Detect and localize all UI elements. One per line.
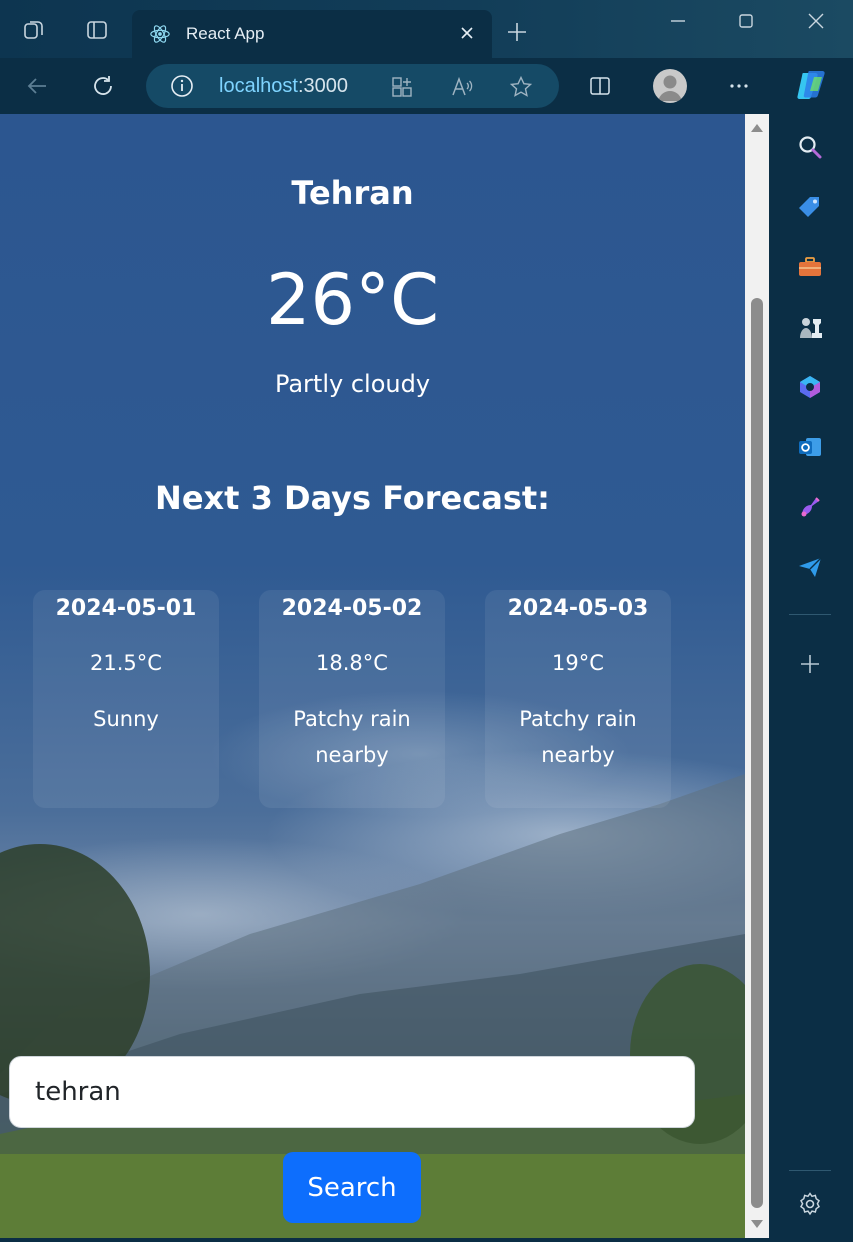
search-icon[interactable] xyxy=(795,132,825,162)
forecast-condition: Patchy rain nearby xyxy=(519,707,637,767)
current-condition: Partly cloudy xyxy=(274,370,431,398)
sidebar-divider xyxy=(789,1170,831,1171)
more-icon[interactable] xyxy=(723,70,755,102)
microsoft365-icon[interactable] xyxy=(795,372,825,402)
tools-icon[interactable] xyxy=(795,252,825,282)
forecast-heading: Next 3 Days Forecast: xyxy=(155,479,550,517)
outlook-icon[interactable] xyxy=(795,432,825,462)
add-icon[interactable] xyxy=(795,649,825,679)
react-atom-icon xyxy=(148,22,172,46)
favorite-star-icon[interactable] xyxy=(508,74,534,100)
url-text[interactable]: localhost:3000 xyxy=(219,75,348,98)
send-icon[interactable] xyxy=(795,552,825,582)
sidebar-divider xyxy=(789,614,831,615)
city-name: Tehran xyxy=(291,174,414,212)
window-bottom-edge xyxy=(0,1238,853,1242)
scroll-up-arrow-icon[interactable] xyxy=(749,120,765,136)
designer-icon[interactable] xyxy=(795,492,825,522)
close-tab-icon[interactable] xyxy=(456,22,478,44)
forecast-condition: Patchy rain nearby xyxy=(293,707,411,767)
edge-sidebar xyxy=(769,114,853,1238)
current-temperature: 26°C xyxy=(266,259,439,341)
settings-icon[interactable] xyxy=(795,1189,825,1219)
forecast-temp: 19°C xyxy=(552,651,604,675)
forecast-card: 2024-05-02 18.8°C Patchy rain nearby xyxy=(259,590,445,808)
workspaces-icon[interactable] xyxy=(22,18,46,42)
new-tab-icon[interactable] xyxy=(505,20,529,44)
games-icon[interactable] xyxy=(795,312,825,342)
title-bar: React App xyxy=(0,0,853,58)
url-port: :3000 xyxy=(297,75,348,97)
forecast-card: 2024-05-03 19°C Patchy rain nearby xyxy=(485,590,671,808)
browser-toolbar: localhost:3000 xyxy=(0,58,853,114)
profile-avatar[interactable] xyxy=(653,69,687,103)
scrollbar-thumb[interactable] xyxy=(751,298,763,1208)
forecast-date: 2024-05-03 xyxy=(507,596,649,621)
tab-actions-icon[interactable] xyxy=(85,18,109,42)
tab-title: React App xyxy=(186,24,265,43)
maximize-icon[interactable] xyxy=(726,8,766,34)
shopping-tag-icon[interactable] xyxy=(795,192,825,222)
web-page: Tehran 26°C Partly cloudy Next 3 Days Fo… xyxy=(0,114,745,1238)
forecast-cards: 2024-05-01 21.5°C Sunny 2024-05-02 18.8°… xyxy=(0,590,745,850)
forecast-date: 2024-05-01 xyxy=(55,596,197,621)
refresh-icon[interactable] xyxy=(87,70,119,102)
info-icon[interactable] xyxy=(170,74,194,98)
forecast-temp: 18.8°C xyxy=(316,651,388,675)
forecast-temp: 21.5°C xyxy=(90,651,162,675)
close-window-icon[interactable] xyxy=(796,8,836,34)
read-aloud-icon[interactable] xyxy=(449,74,475,100)
forecast-condition: Sunny xyxy=(93,707,159,731)
address-bar[interactable]: localhost:3000 xyxy=(146,64,559,108)
search-button[interactable]: Search xyxy=(283,1152,421,1223)
scroll-down-arrow-icon[interactable] xyxy=(749,1216,765,1232)
forecast-card: 2024-05-01 21.5°C Sunny xyxy=(33,590,219,808)
back-icon[interactable] xyxy=(21,70,53,102)
app-grid-icon[interactable] xyxy=(389,74,415,100)
forecast-date: 2024-05-02 xyxy=(281,596,423,621)
url-host: localhost xyxy=(219,75,298,97)
tab-react-app[interactable]: React App xyxy=(132,10,492,58)
city-search-input[interactable] xyxy=(9,1056,695,1128)
copilot-icon[interactable] xyxy=(793,66,831,104)
split-screen-icon[interactable] xyxy=(584,70,616,102)
minimize-icon[interactable] xyxy=(658,8,698,34)
page-scrollbar[interactable] xyxy=(745,114,769,1238)
